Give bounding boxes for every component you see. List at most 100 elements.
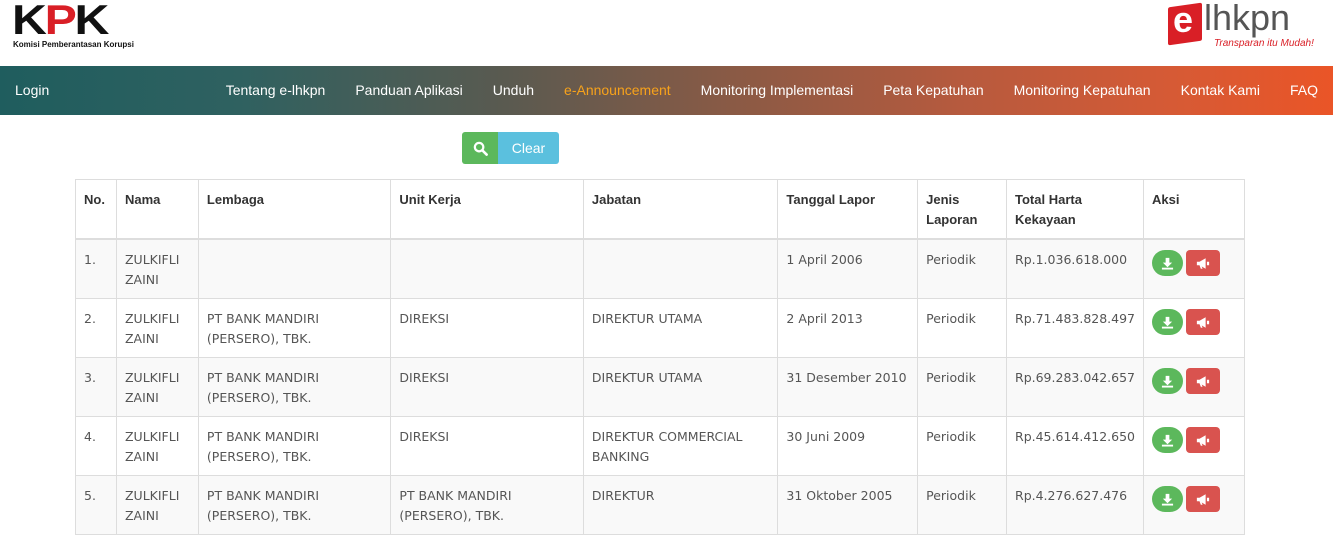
cell-aksi <box>1143 416 1245 476</box>
announcement-icon <box>1196 493 1210 505</box>
cell-jabatan <box>582 238 779 299</box>
cell-unit-kerja <box>390 238 584 299</box>
announcement-icon <box>1196 375 1210 387</box>
column-header-jabatan: Jabatan <box>582 179 779 240</box>
nav-login-link[interactable]: Login <box>15 66 49 115</box>
nav-item-unduh[interactable]: Unduh <box>478 66 549 115</box>
nav-item-peta-kepatuhan[interactable]: Peta Kepatuhan <box>868 66 998 115</box>
announcement-button[interactable] <box>1186 368 1221 394</box>
cell-unit-kerja: DIREKSI <box>390 416 584 476</box>
search-button[interactable] <box>462 132 498 164</box>
cell-total-harta: Rp.4.276.627.476 <box>1006 475 1145 535</box>
row-actions <box>1152 309 1221 335</box>
table-row: 3. ZULKIFLI ZAINI PT BANK MANDIRI (PERSERO… <box>75 357 1245 417</box>
cell-no: 1. <box>75 238 117 299</box>
announcement-table: No. Nama Lembaga Unit Kerja Jabatan Tang… <box>75 179 1245 535</box>
download-button[interactable] <box>1152 486 1184 512</box>
cell-jabatan: DIREKTUR <box>582 475 779 535</box>
row-actions <box>1152 250 1221 276</box>
download-icon <box>1161 257 1174 270</box>
nav-item-tentang[interactable]: Tentang e-lhkpn <box>211 66 341 115</box>
column-header-total-harta: Total Harta Kekayaan <box>1006 179 1145 240</box>
column-header-unit-kerja: Unit Kerja <box>390 179 584 240</box>
main-navbar: Login Tentang e-lhkpn Panduan Aplikasi U… <box>0 66 1333 115</box>
download-button[interactable] <box>1152 309 1184 335</box>
announcement-icon <box>1196 257 1210 269</box>
cell-jabatan: DIREKTUR UTAMA <box>582 298 779 358</box>
kpk-logo[interactable]: KPK Komisi Pemberantasan Korupsi <box>12 0 162 50</box>
download-icon <box>1161 375 1174 388</box>
nav-menu: Tentang e-lhkpn Panduan Aplikasi Unduh e… <box>211 66 1333 115</box>
cell-lembaga: PT BANK MANDIRI (PERSERO), TBK. <box>197 298 392 358</box>
table-row: 2. ZULKIFLI ZAINI PT BANK MANDIRI (PERSERO… <box>75 298 1245 358</box>
elhkpn-logo[interactable]: e lhkpn Transparan itu Mudah! <box>1168 0 1318 54</box>
cell-total-harta: Rp.1.036.618.000 <box>1006 238 1145 299</box>
cell-no: 4. <box>75 416 117 476</box>
nav-item-faq[interactable]: FAQ <box>1275 66 1333 115</box>
nav-item-e-announcement[interactable]: e-Announcement <box>549 66 686 115</box>
clear-button[interactable]: Clear <box>498 132 559 164</box>
cell-lembaga: PT BANK MANDIRI (PERSERO), TBK. <box>197 416 392 476</box>
download-button[interactable] <box>1152 427 1184 453</box>
cell-jenis-laporan: Periodik <box>917 357 1008 417</box>
cell-tanggal-lapor: 2 April 2013 <box>777 298 919 358</box>
cell-lembaga <box>197 238 392 299</box>
cell-nama: ZULKIFLI ZAINI <box>115 238 199 299</box>
cell-no: 5. <box>75 475 117 535</box>
cell-total-harta: Rp.45.614.412.650 <box>1006 416 1145 476</box>
cell-lembaga: PT BANK MANDIRI (PERSERO), TBK. <box>197 475 392 535</box>
table-row: 4. ZULKIFLI ZAINI PT BANK MANDIRI (PERSERO… <box>75 416 1245 476</box>
row-actions <box>1152 368 1221 394</box>
announcement-button[interactable] <box>1186 250 1221 276</box>
table-header-row: No. Nama Lembaga Unit Kerja Jabatan Tang… <box>75 179 1245 240</box>
nav-item-kontak-kami[interactable]: Kontak Kami <box>1166 66 1275 115</box>
cell-tanggal-lapor: 1 April 2006 <box>777 238 919 299</box>
column-header-no: No. <box>75 179 117 240</box>
kpk-logo-text: KPK <box>12 0 109 43</box>
announcement-button[interactable] <box>1186 309 1221 335</box>
download-icon <box>1161 316 1174 329</box>
announcement-button[interactable] <box>1186 486 1221 512</box>
cell-jabatan: DIREKTUR COMMERCIAL BANKING <box>582 416 779 476</box>
cell-lembaga: PT BANK MANDIRI (PERSERO), TBK. <box>197 357 392 417</box>
cell-nama: ZULKIFLI ZAINI <box>115 298 199 358</box>
column-header-tanggal-lapor: Tanggal Lapor <box>777 179 919 240</box>
cell-jenis-laporan: Periodik <box>917 238 1008 299</box>
elhkpn-tagline: Transparan itu Mudah! <box>1214 38 1314 49</box>
cell-no: 3. <box>75 357 117 417</box>
cell-unit-kerja: DIREKSI <box>390 357 584 417</box>
column-header-nama: Nama <box>115 179 199 240</box>
cell-jenis-laporan: Periodik <box>917 416 1008 476</box>
cell-tanggal-lapor: 31 Oktober 2005 <box>777 475 919 535</box>
nav-item-monitoring-implementasi[interactable]: Monitoring Implementasi <box>686 66 869 115</box>
cell-nama: ZULKIFLI ZAINI <box>115 416 199 476</box>
download-button[interactable] <box>1152 368 1184 394</box>
nav-item-panduan[interactable]: Panduan Aplikasi <box>340 66 477 115</box>
cell-unit-kerja: DIREKSI <box>390 298 584 358</box>
download-icon <box>1161 493 1174 506</box>
nav-item-monitoring-kepatuhan[interactable]: Monitoring Kepatuhan <box>999 66 1166 115</box>
download-button[interactable] <box>1152 250 1184 276</box>
cell-aksi <box>1143 357 1245 417</box>
cell-no: 2. <box>75 298 117 358</box>
cell-total-harta: Rp.71.483.828.497 <box>1006 298 1145 358</box>
table-row: 5. ZULKIFLI ZAINI PT BANK MANDIRI (PERSERO… <box>75 475 1245 535</box>
column-header-aksi: Aksi <box>1143 179 1245 240</box>
cell-total-harta: Rp.69.283.042.657 <box>1006 357 1145 417</box>
announcement-button[interactable] <box>1186 427 1221 453</box>
cell-nama: ZULKIFLI ZAINI <box>115 475 199 535</box>
cell-aksi <box>1143 298 1245 358</box>
kpk-subtitle: Komisi Pemberantasan Korupsi <box>13 40 134 49</box>
site-header: KPK Komisi Pemberantasan Korupsi e lhkpn… <box>0 0 1333 66</box>
column-header-jenis-laporan: Jenis Laporan <box>917 179 1008 240</box>
cell-aksi <box>1143 238 1245 299</box>
cell-jenis-laporan: Periodik <box>917 298 1008 358</box>
cell-jenis-laporan: Periodik <box>917 475 1008 535</box>
cell-tanggal-lapor: 30 Juni 2009 <box>777 416 919 476</box>
cell-jabatan: DIREKTUR UTAMA <box>582 357 779 417</box>
announcement-icon <box>1196 316 1210 328</box>
row-actions <box>1152 427 1221 453</box>
table-row: 1. ZULKIFLI ZAINI 1 April 2006 Periodik Rp.1… <box>75 238 1245 299</box>
elhkpn-logo-word: lhkpn <box>1204 0 1291 38</box>
column-header-lembaga: Lembaga <box>197 179 392 240</box>
